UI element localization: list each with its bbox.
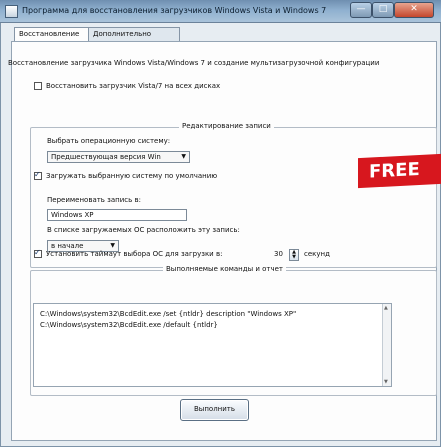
- timeout-spinner[interactable]: ▲ ▼: [289, 249, 299, 261]
- log-scrollbar[interactable]: ▲ ▼: [382, 304, 391, 386]
- restore-all-label: Восстановить загрузчик Vista/7 на всех д…: [46, 82, 221, 90]
- timeout-label: Установить таймаут выбора ОС для загрузк…: [46, 250, 223, 258]
- scroll-down-icon[interactable]: ▼: [384, 379, 388, 385]
- minimize-button[interactable]: —: [350, 2, 372, 18]
- position-label: В списке загружаемых ОС расположить эту …: [47, 226, 240, 234]
- edit-group-title: Редактирование записи: [179, 122, 274, 130]
- log-line: C:\Windows\system32\BcdEdit.exe /set {nt…: [40, 310, 297, 318]
- rename-input[interactable]: Windows XP: [47, 209, 187, 221]
- tab-restore[interactable]: Восстановление: [14, 27, 94, 42]
- os-select[interactable]: Предшествующая версия Win ▼: [47, 151, 190, 163]
- app-window: Программа для восстановления загрузчиков…: [0, 0, 441, 447]
- maximize-button[interactable]: □: [372, 2, 394, 18]
- title-bar[interactable]: Программа для восстановления загрузчиков…: [0, 0, 441, 23]
- commands-group-title: Выполняемые команды и отчет: [163, 265, 287, 273]
- timeout-checkbox[interactable]: [34, 248, 42, 258]
- load-default-checkbox[interactable]: [34, 170, 42, 180]
- timeout-value[interactable]: 30: [274, 250, 283, 258]
- os-select-value: Предшествующая версия Win: [51, 153, 161, 161]
- rename-label: Переименовать запись в:: [47, 196, 141, 204]
- chevron-down-icon: ▼: [181, 153, 186, 160]
- log-line: C:\Windows\system32\BcdEdit.exe /default…: [40, 321, 218, 329]
- run-button[interactable]: Выполнить: [180, 399, 249, 421]
- restore-all-checkbox[interactable]: [34, 82, 42, 90]
- commands-log[interactable]: C:\Windows\system32\BcdEdit.exe /set {nt…: [33, 303, 392, 387]
- scroll-up-icon[interactable]: ▲: [384, 305, 388, 311]
- section-header: Восстановление загрузчика Windows Vista/…: [8, 59, 380, 67]
- app-icon: [5, 5, 18, 18]
- choose-os-label: Выбрать операционную систему:: [47, 137, 171, 145]
- close-button[interactable]: ✕: [394, 2, 434, 18]
- load-default-label: Загружать выбранную систему по умолчанию: [46, 172, 218, 180]
- window-title: Программа для восстановления загрузчиков…: [22, 6, 327, 15]
- free-badge: FREE: [358, 153, 441, 189]
- tab-additional[interactable]: Дополнительно: [88, 27, 180, 41]
- spinner-down-icon[interactable]: ▼: [290, 255, 298, 260]
- timeout-unit: секунд: [304, 250, 330, 258]
- position-select-value: в начале: [51, 242, 84, 250]
